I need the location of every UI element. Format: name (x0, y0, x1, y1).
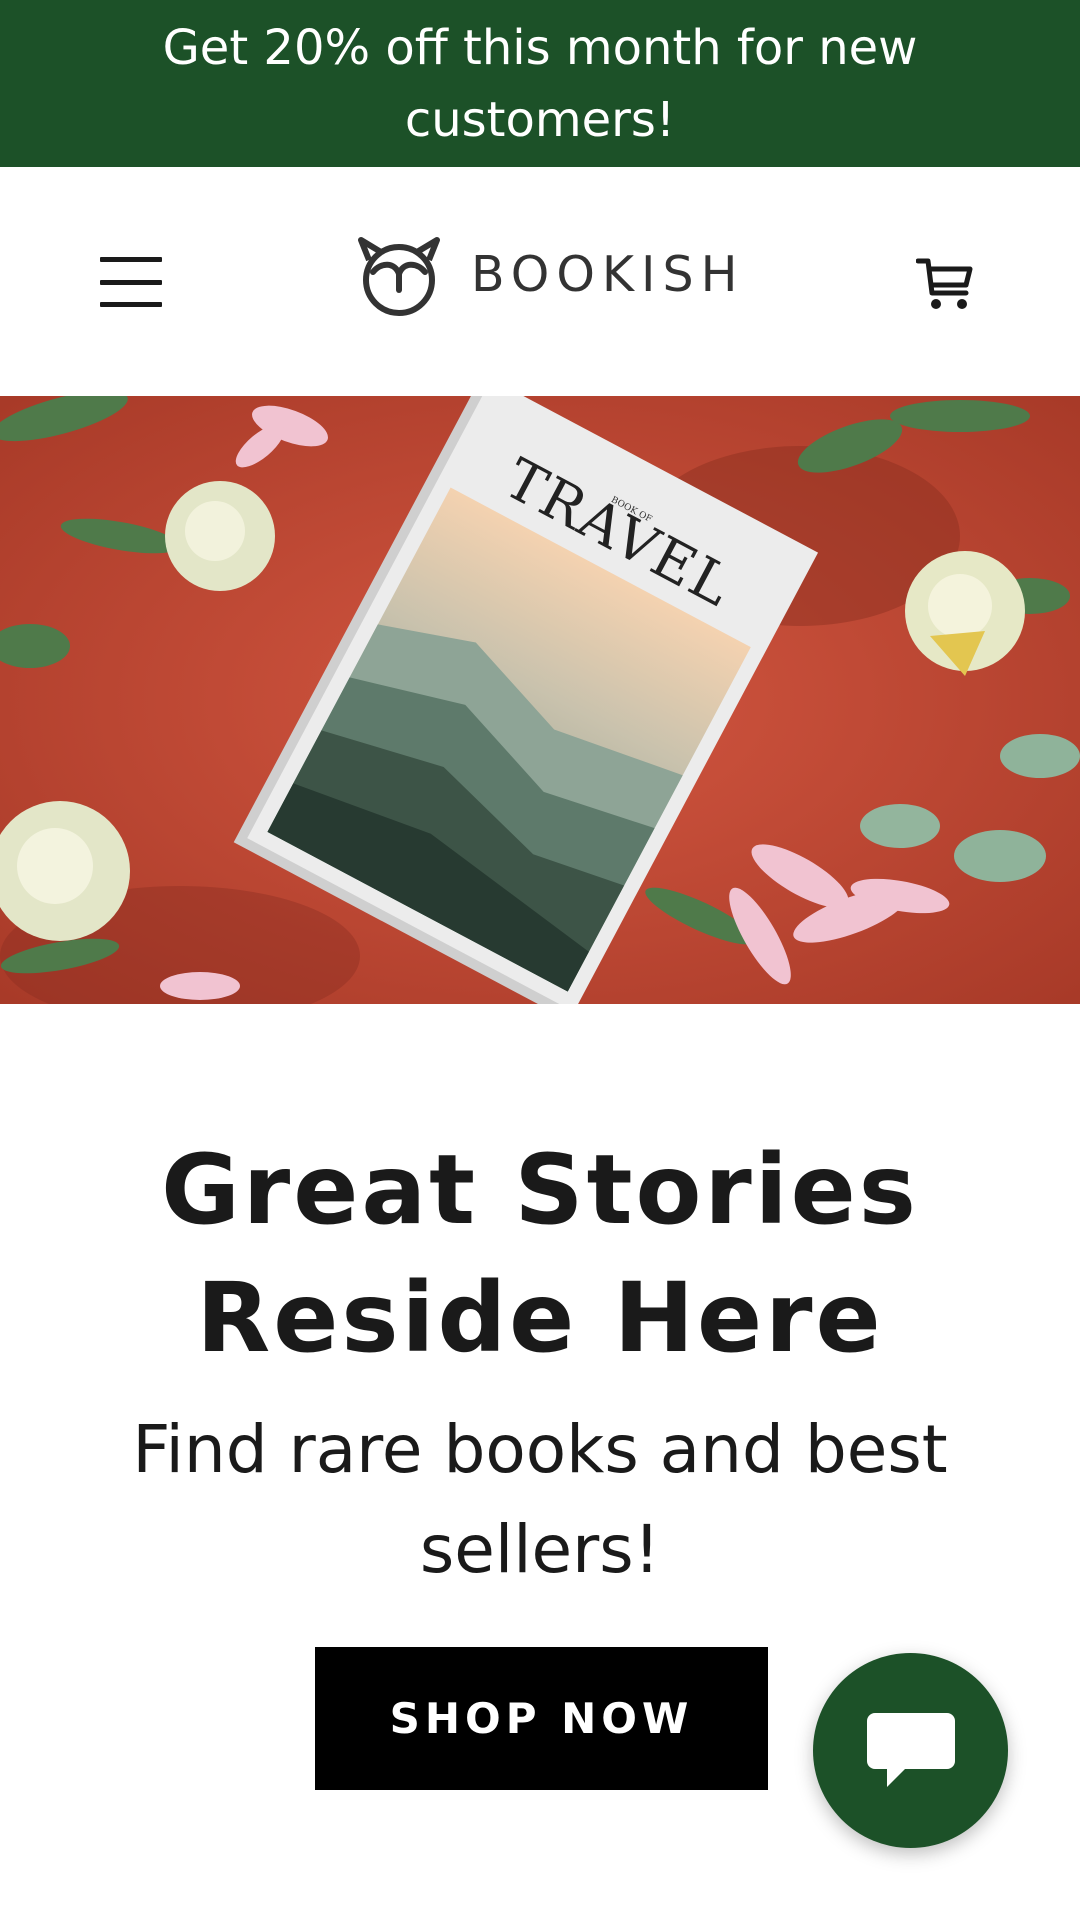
logo-text: BOOKISH (471, 245, 745, 303)
hero-image: BOOK OF TRAVEL (0, 396, 1080, 1004)
shopping-cart-icon[interactable] (916, 255, 974, 313)
promo-banner: Get 20% off this month for new customers… (0, 0, 1080, 167)
hero-headline: Great Stories Reside Here (161, 1134, 919, 1374)
shop-now-button[interactable]: SHOP NOW (315, 1647, 768, 1790)
hamburger-menu-icon[interactable] (100, 257, 162, 307)
owl-icon (358, 237, 440, 316)
site-logo[interactable]: BOOKISH (355, 229, 744, 319)
promo-text: Get 20% off this month for new customers… (162, 19, 918, 148)
hero-subheadline: Find rare books and best sellers! (132, 1411, 948, 1588)
site-header: BOOKISH (0, 167, 1080, 396)
travel-book-with-flowers-photo: BOOK OF TRAVEL (0, 396, 1080, 1004)
chat-button[interactable] (813, 1653, 1008, 1848)
chat-bubble-icon (866, 1712, 955, 1787)
